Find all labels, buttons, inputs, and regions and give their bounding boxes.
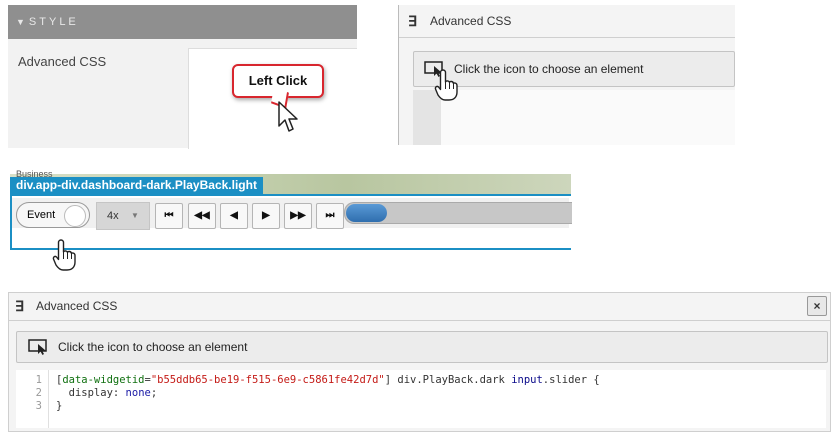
css3-icon: ∃: [408, 13, 417, 29]
code-line-1: [data-widgetid="b55ddb65-be19-f515-6e9-c…: [56, 374, 600, 386]
hand-cursor-icon: [52, 239, 76, 271]
code-token: div.PlayBack.dark: [391, 374, 512, 386]
panel-title: Advanced CSS: [36, 299, 118, 313]
collapse-triangle-icon: ▼: [16, 17, 25, 27]
code-line-2: display: none;: [56, 387, 158, 399]
skip-to-start-button[interactable]: ⏮: [155, 203, 183, 229]
code-token: data-widgetid: [62, 374, 145, 386]
toggle-knob: [64, 205, 86, 227]
fast-forward-icon: ▶▶: [290, 210, 306, 221]
speed-select[interactable]: 4x ▼: [96, 202, 150, 230]
code-token: }: [56, 400, 63, 412]
element-picker-icon: [28, 339, 47, 355]
skip-to-end-icon: ⏭: [325, 210, 335, 221]
arrow-cursor-icon: [278, 101, 298, 132]
css-code-editor[interactable]: 1 2 3 [data-widgetid="b55ddb65-be19-f515…: [16, 370, 826, 428]
choose-element-label: Click the icon to choose an element: [454, 62, 644, 76]
editor-area[interactable]: [441, 90, 735, 145]
code-line-3: }: [56, 400, 62, 412]
line-number-gutter: 1 2 3: [16, 370, 49, 428]
event-toggle[interactable]: Event: [16, 202, 90, 228]
panel-title-bar: ∃ Advanced CSS: [399, 5, 735, 38]
play-button[interactable]: ▶: [252, 203, 280, 229]
advanced-css-label: Advanced CSS: [18, 54, 107, 69]
slider-progress-fill: [346, 204, 387, 222]
style-header-label: STYLE: [28, 16, 79, 28]
code-token: .slider {: [542, 374, 600, 386]
step-back-button[interactable]: ◀◀: [188, 203, 216, 229]
play-icon: ▶: [262, 210, 270, 221]
left-click-callout: Left Click: [232, 64, 324, 98]
choose-element-button[interactable]: Click the icon to choose an element: [413, 51, 735, 87]
advanced-css-panel: ∃ Advanced CSS × Click the icon to choos…: [8, 292, 831, 432]
speed-value: 4x: [107, 210, 119, 222]
choose-element-label: Click the icon to choose an element: [58, 340, 248, 354]
choose-element-button[interactable]: Click the icon to choose an element: [16, 331, 828, 363]
line-number: 3: [35, 400, 42, 412]
css3-icon: ∃: [15, 298, 24, 314]
style-section-header[interactable]: ▼ STYLE: [8, 5, 357, 39]
code-token: none: [125, 387, 151, 399]
event-toggle-label: Event: [27, 209, 56, 221]
chevron-down-icon: ▼: [131, 211, 139, 220]
close-button[interactable]: ×: [807, 296, 827, 316]
line-number: 2: [35, 387, 42, 399]
hand-cursor-icon: [434, 69, 458, 101]
element-selector-tooltip: div.app-div.dashboard-dark.PlayBack.ligh…: [10, 177, 263, 194]
skip-to-end-button[interactable]: ⏭: [316, 203, 344, 229]
code-token: display:: [56, 387, 126, 399]
panel-title: Advanced CSS: [430, 14, 512, 28]
play-reverse-button[interactable]: ◀: [220, 203, 248, 229]
close-icon: ×: [813, 299, 821, 313]
panel-title-bar: ∃ Advanced CSS: [9, 293, 830, 321]
code-token: "b55ddb65-be19-f515-6e9-c5861fe42d7d": [150, 374, 385, 386]
playback-slider[interactable]: [344, 202, 572, 224]
skip-to-start-icon: ⏮: [164, 210, 174, 221]
line-number: 1: [35, 374, 42, 386]
play-reverse-icon: ◀: [230, 210, 238, 221]
playback-widget: Business div.app-div.dashboard-dark.Play…: [8, 169, 572, 254]
code-token: ;: [150, 387, 158, 399]
code-token: input: [511, 374, 543, 386]
step-forward-button[interactable]: ▶▶: [284, 203, 312, 229]
rewind-icon: ◀◀: [194, 210, 210, 221]
